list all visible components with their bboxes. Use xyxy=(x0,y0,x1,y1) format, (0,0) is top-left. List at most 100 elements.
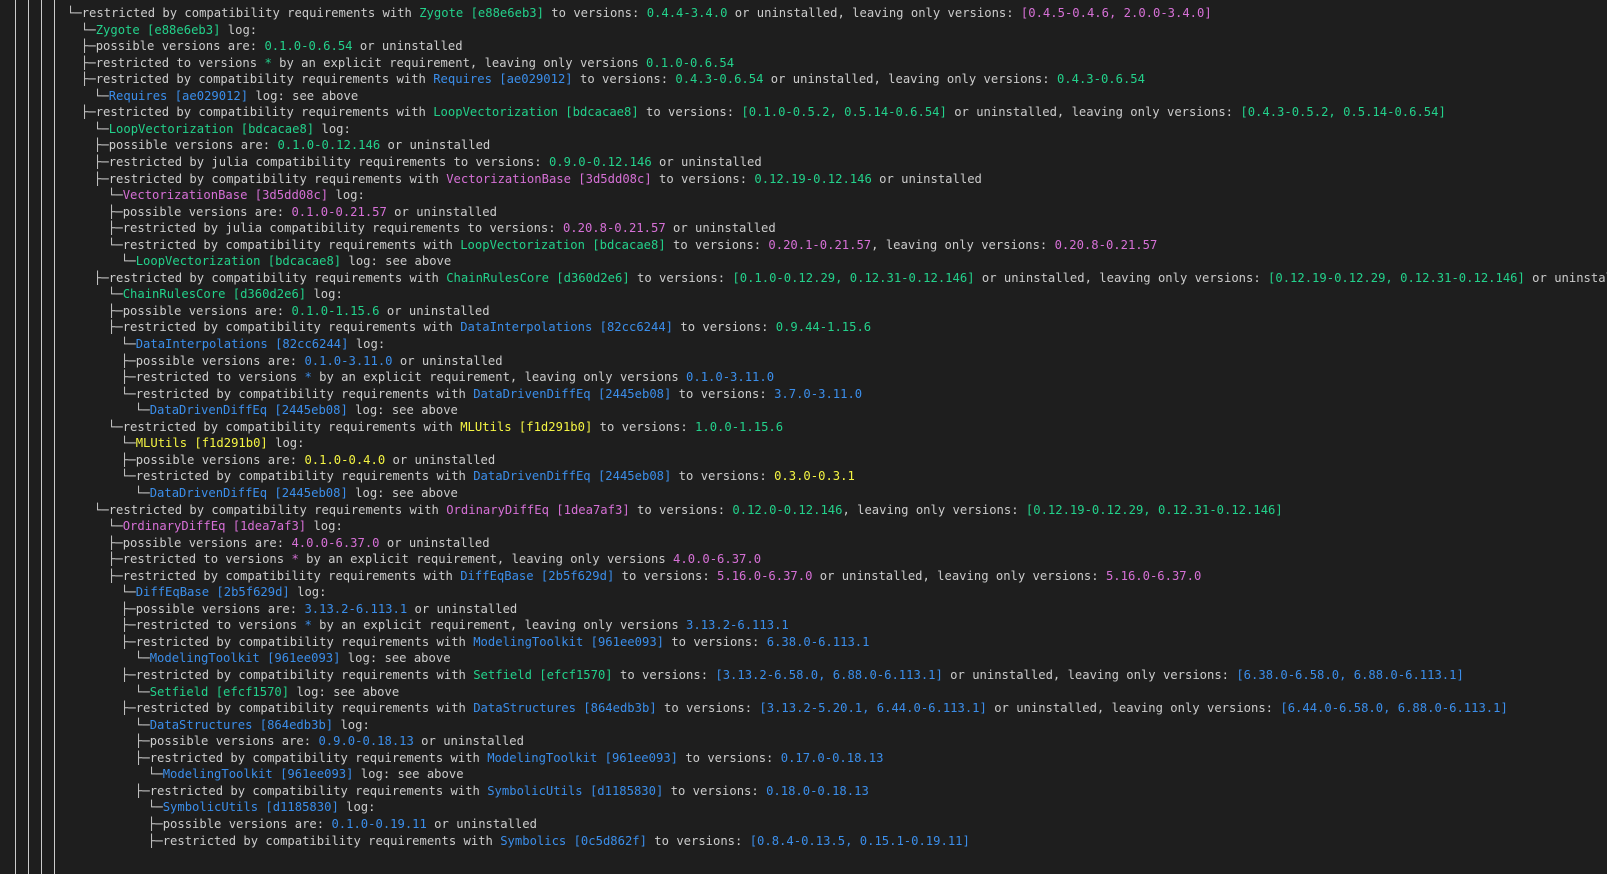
log-text: log: see above xyxy=(347,485,458,500)
package-or-version: 6.38.0-6.113.1 xyxy=(766,634,870,649)
package-or-version: 0.1.0-0.4.0 xyxy=(304,452,386,467)
log-line: ├─restricted to versions * by an explici… xyxy=(121,369,774,386)
log-line: ├─restricted by compatibility requiremen… xyxy=(135,750,883,767)
log-line: ├─restricted by compatibility requiremen… xyxy=(94,171,982,188)
log-text: to versions: xyxy=(543,6,647,20)
package-or-version: 0.1.0-3.11.0 xyxy=(304,353,393,368)
log-text: ├─ xyxy=(121,634,136,649)
log-text: └─ xyxy=(67,6,82,20)
log-text: to versions: xyxy=(629,270,733,285)
package-or-version: DataDrivenDiffEq [2445eb08] xyxy=(149,403,348,418)
package-or-version: 0.1.0-1.15.6 xyxy=(291,303,380,318)
log-text: └─ xyxy=(135,717,150,732)
log-text: ├─ xyxy=(121,601,136,616)
log-text: to versions: xyxy=(612,668,716,682)
log-text: └─ xyxy=(135,651,150,666)
log-text: log: xyxy=(348,337,386,351)
log-text: └─ xyxy=(135,684,150,699)
package-or-version: ModelingToolkit [961ee093] xyxy=(149,651,341,666)
log-text: └─ xyxy=(121,254,136,269)
log-text: , leaving only versions: xyxy=(871,237,1055,252)
package-or-version: LoopVectorization [bdcacae8] xyxy=(433,105,639,120)
package-or-version: 0.18.0-0.18.13 xyxy=(766,783,869,798)
package-or-version: 3.13.2-6.113.1 xyxy=(686,618,789,633)
log-line: ├─restricted to versions * by an explici… xyxy=(121,617,789,634)
log-text: log: xyxy=(338,800,376,815)
package-or-version: Setfield [efcf1570] xyxy=(149,684,290,699)
log-line: └─Requires [ae029012] log: see above xyxy=(94,88,358,105)
log-text: └─ xyxy=(108,519,123,534)
log-text: log: see above xyxy=(353,767,464,782)
log-text: └─ xyxy=(94,88,109,103)
package-or-version: 0.4.3-0.6.54 xyxy=(675,72,764,87)
package-or-version: [0.4.5-0.4.6, 2.0.0-3.4.0] xyxy=(1020,6,1212,20)
package-or-version: VectorizationBase [3d5dd08c] xyxy=(122,188,329,203)
log-text: by an explicit requirement, leaving only… xyxy=(311,370,687,385)
package-or-version: OrdinaryDiffEq [1dea7af3] xyxy=(446,502,630,517)
log-text: ├─ xyxy=(148,816,163,831)
log-line: ├─restricted by compatibility requiremen… xyxy=(108,568,1201,585)
log-text: or uninstalled, leaving only versions: xyxy=(763,72,1057,87)
package-or-version: DataDrivenDiffEq [2445eb08] xyxy=(149,485,348,500)
log-text: or uninstalled xyxy=(352,39,463,54)
log-line: ├─restricted by compatibility requiremen… xyxy=(81,71,1145,88)
log-text: by an explicit requirement, leaving only… xyxy=(311,618,687,633)
log-text: log: xyxy=(314,121,351,136)
package-or-version: 0.9.44-1.15.6 xyxy=(775,320,872,335)
package-or-version: 0.1.0-0.6.54 xyxy=(646,55,735,70)
log-text: or uninstalled xyxy=(871,171,982,186)
package-or-version: DiffEqBase [2b5f629d] xyxy=(460,568,615,583)
package-or-version: 0.20.1-0.21.57 xyxy=(768,237,872,252)
terminal-output[interactable]: └─restricted by compatibility requiremen… xyxy=(0,0,1607,874)
log-text: log: xyxy=(328,188,365,203)
log-line: └─LoopVectorization [bdcacae8] log: xyxy=(94,121,351,138)
log-text: ├─ xyxy=(108,568,123,583)
package-or-version: 0.3.0-0.3.1 xyxy=(774,469,855,484)
tree-rail xyxy=(15,0,16,874)
log-text: restricted by julia compatibility requir… xyxy=(122,221,563,236)
log-line: └─DataStructures [864edb3b] log: xyxy=(135,717,370,734)
package-or-version: [0.1.0-0.5.2, 0.5.14-0.6.54] xyxy=(741,105,947,120)
log-line: └─VectorizationBase [3d5dd08c] log: xyxy=(108,187,365,204)
package-or-version: SymbolicUtils [d1185830] xyxy=(162,800,339,815)
log-text: ├─ xyxy=(108,552,123,567)
log-text: to versions: xyxy=(614,568,718,583)
package-or-version: 0.1.0-0.12.146 xyxy=(277,138,381,153)
package-or-version: 0.4.3-0.6.54 xyxy=(1056,72,1145,87)
log-text: └─ xyxy=(108,287,123,302)
package-or-version: ModelingToolkit [961ee093] xyxy=(487,750,678,765)
log-text: or uninstalled xyxy=(379,535,490,550)
log-text: by an explicit requirement, leaving only… xyxy=(271,55,647,70)
log-text: possible versions are: xyxy=(149,734,319,749)
package-or-version: * xyxy=(304,618,312,633)
log-text: log: see above xyxy=(289,684,400,699)
package-or-version: [3.13.2-6.58.0, 6.88.0-6.113.1] xyxy=(715,668,943,682)
log-text: or uninstalled xyxy=(385,452,496,467)
log-text: └─ xyxy=(94,121,109,136)
log-text: or uninstalled, leaving only versions: xyxy=(727,6,1021,20)
package-or-version: Requires [ae029012] xyxy=(433,72,573,87)
log-line: ├─restricted by compatibility requiremen… xyxy=(148,833,970,850)
log-line: └─ModelingToolkit [961ee093] log: see ab… xyxy=(148,766,464,783)
package-or-version: 0.9.0-0.18.13 xyxy=(318,734,414,749)
log-text: restricted to versions xyxy=(135,618,305,633)
log-text: restricted by compatibility requirements… xyxy=(95,72,434,87)
log-text: log: xyxy=(306,287,343,302)
log-line: ├─possible versions are: 0.1.0-0.4.0 or … xyxy=(121,452,495,469)
package-or-version: 0.12.0-0.12.146 xyxy=(732,502,843,517)
log-text: or uninstalled xyxy=(380,138,491,153)
log-line: └─restricted by compatibility requiremen… xyxy=(108,419,783,436)
log-line: └─restricted by compatibility requiremen… xyxy=(67,5,1212,22)
package-or-version: [0.1.0-0.12.29, 0.12.31-0.12.146] xyxy=(732,270,975,285)
log-text: ├─ xyxy=(81,39,96,54)
log-text: possible versions are: xyxy=(135,353,305,368)
log-text: possible versions are: xyxy=(162,816,332,831)
log-text: └─ xyxy=(148,767,163,782)
package-or-version: Setfield [efcf1570] xyxy=(473,668,613,682)
log-text: restricted by compatibility requirements… xyxy=(122,419,461,434)
log-line: └─DataDrivenDiffEq [2445eb08] log: see a… xyxy=(135,485,458,502)
log-text: or uninstalled, leaving only versions: xyxy=(812,568,1106,583)
log-text: , leaving only versions: xyxy=(842,502,1026,517)
log-line: ├─possible versions are: 0.1.0-0.12.146 … xyxy=(94,137,490,154)
log-text: ├─ xyxy=(94,154,109,169)
